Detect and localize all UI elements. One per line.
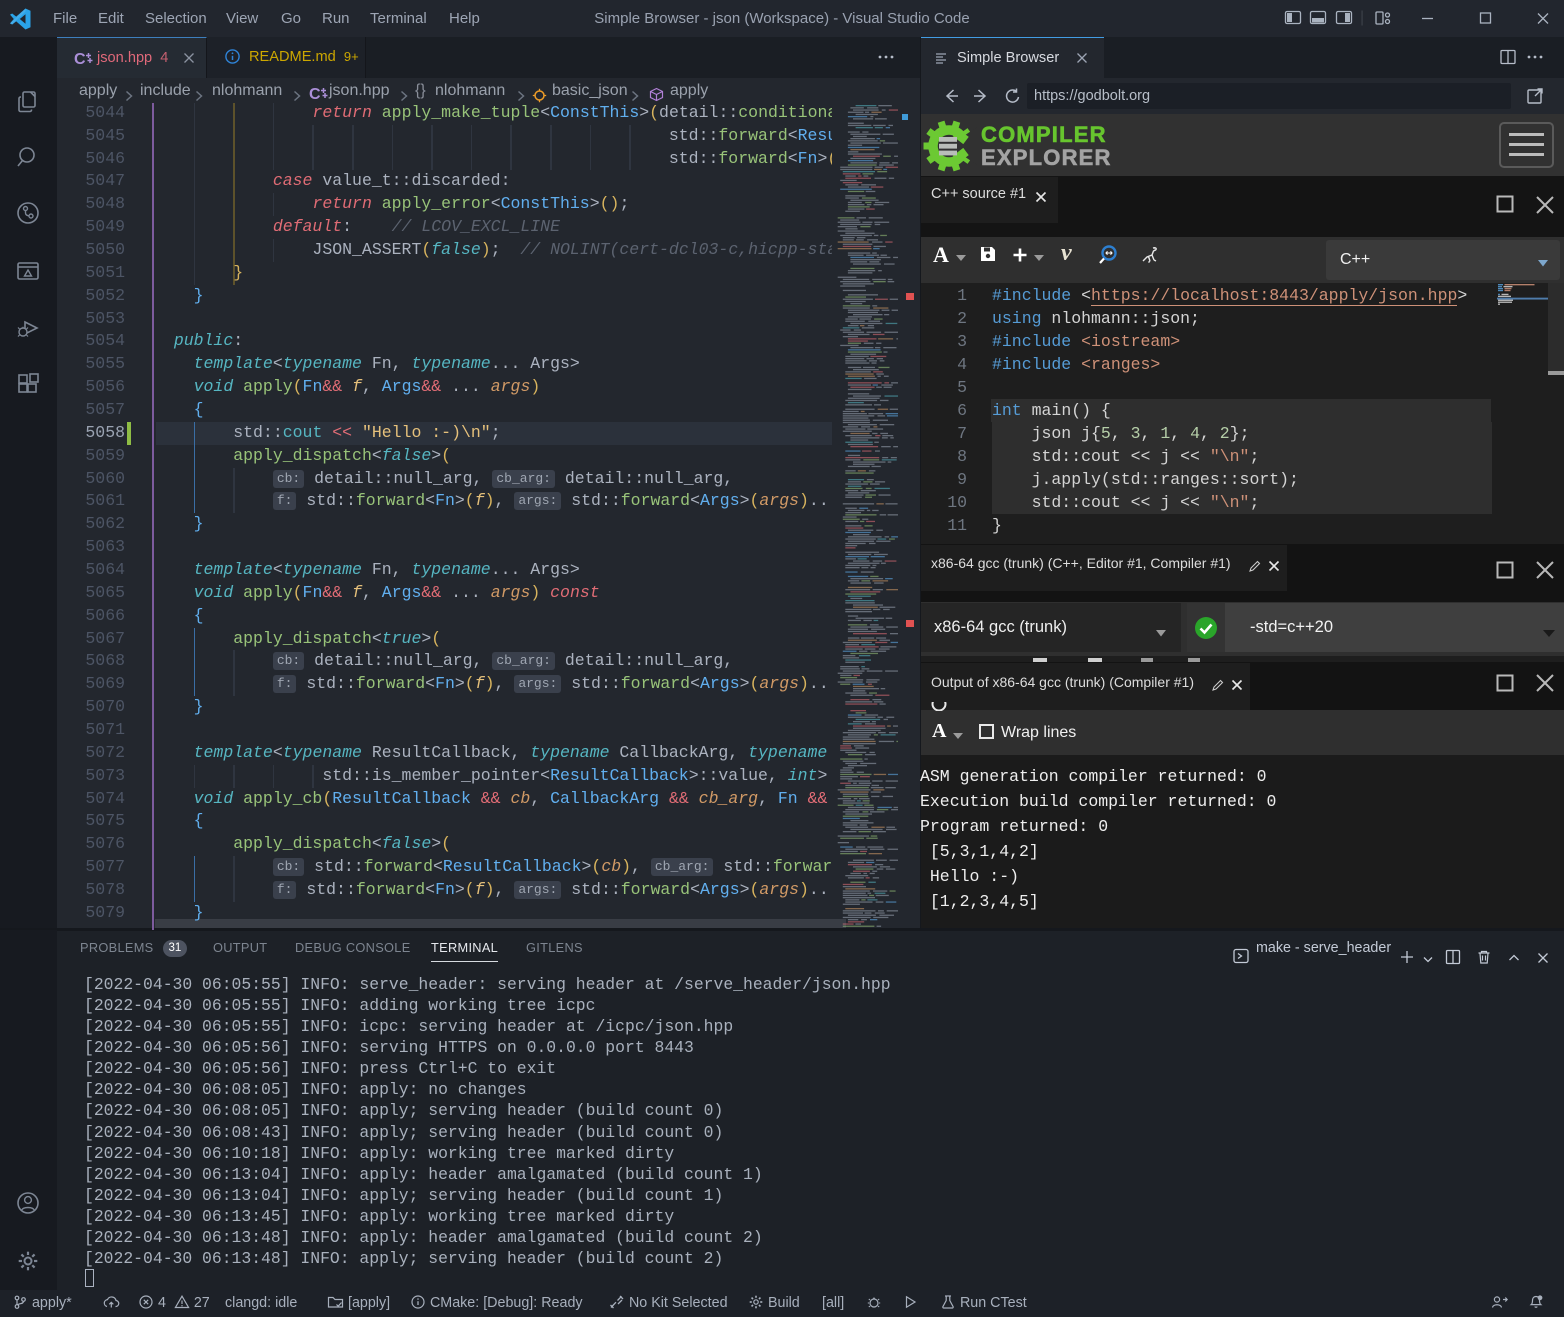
svg-text:C: C [74, 51, 86, 67]
svg-text:C: C [309, 86, 321, 102]
